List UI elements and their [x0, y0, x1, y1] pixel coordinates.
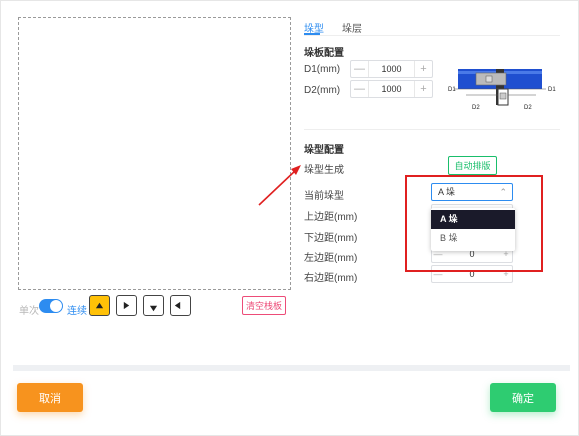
- up-arrow-icon: [95, 302, 104, 309]
- footer-separator: [13, 365, 570, 371]
- left-arrow-icon: [174, 301, 181, 310]
- right-arrow-button[interactable]: [116, 295, 137, 316]
- cancel-button[interactable]: 取消: [17, 383, 83, 412]
- active-tab-indicator: [304, 33, 320, 35]
- d2-stepper[interactable]: — 1000 +: [350, 80, 433, 98]
- d2-label: D2(mm): [304, 85, 341, 96]
- d2-decrement-button[interactable]: —: [351, 81, 369, 97]
- section-divider: [304, 129, 560, 130]
- down-arrow-button[interactable]: [143, 295, 164, 316]
- tab-stack-layer[interactable]: 垛层: [342, 20, 362, 35]
- d1-increment-button[interactable]: +: [414, 61, 432, 77]
- pallet-diagram: D1 D1 D2 D2: [448, 69, 556, 111]
- mode-continuous-label: 连续: [67, 306, 87, 317]
- diagram-d1-left-label: D1: [448, 87, 456, 93]
- mode-single-label: 单次: [19, 306, 39, 317]
- toggle-knob: [50, 300, 62, 312]
- annotation-arrow-icon: [258, 165, 301, 206]
- pallet-config-title: 垛板配置: [304, 48, 344, 59]
- d2-increment-button[interactable]: +: [414, 81, 432, 97]
- d1-value[interactable]: 1000: [369, 61, 414, 77]
- top-margin-label: 上边距(mm): [304, 212, 358, 223]
- pallet-canvas[interactable]: [18, 17, 291, 290]
- diagram-d2-left-label: D2: [472, 105, 480, 111]
- tab-bar-line: [304, 35, 560, 36]
- stack-generate-label: 垛型生成: [304, 165, 344, 176]
- auto-layout-button[interactable]: 自动排版: [448, 156, 497, 175]
- stack-config-title: 垛型配置: [304, 145, 344, 156]
- d1-stepper[interactable]: — 1000 +: [350, 60, 433, 78]
- clear-pallet-button[interactable]: 清空栈板: [242, 296, 286, 315]
- mode-toggle[interactable]: [39, 299, 63, 313]
- d2-value[interactable]: 1000: [369, 81, 414, 97]
- bottom-margin-label: 下边距(mm): [304, 233, 358, 244]
- right-arrow-icon: [123, 301, 130, 310]
- diagram-d1-right-label: D1: [548, 87, 556, 93]
- confirm-button[interactable]: 确定: [490, 383, 556, 412]
- d1-decrement-button[interactable]: —: [351, 61, 369, 77]
- annotation-highlight-box: [405, 175, 543, 272]
- d1-label: D1(mm): [304, 64, 341, 75]
- current-stack-label: 当前垛型: [304, 191, 344, 202]
- up-arrow-button[interactable]: [89, 295, 110, 316]
- left-arrow-button[interactable]: [170, 295, 191, 316]
- right-margin-label: 右边距(mm): [304, 273, 358, 284]
- stack-config-dialog: 单次 连续 清空栈板 垛型 垛层 垛板配置 D1(mm) — 1000 + D2…: [0, 0, 579, 436]
- diagram-d2-right-label: D2: [524, 105, 532, 111]
- down-arrow-icon: [149, 305, 158, 312]
- left-margin-label: 左边距(mm): [304, 253, 358, 264]
